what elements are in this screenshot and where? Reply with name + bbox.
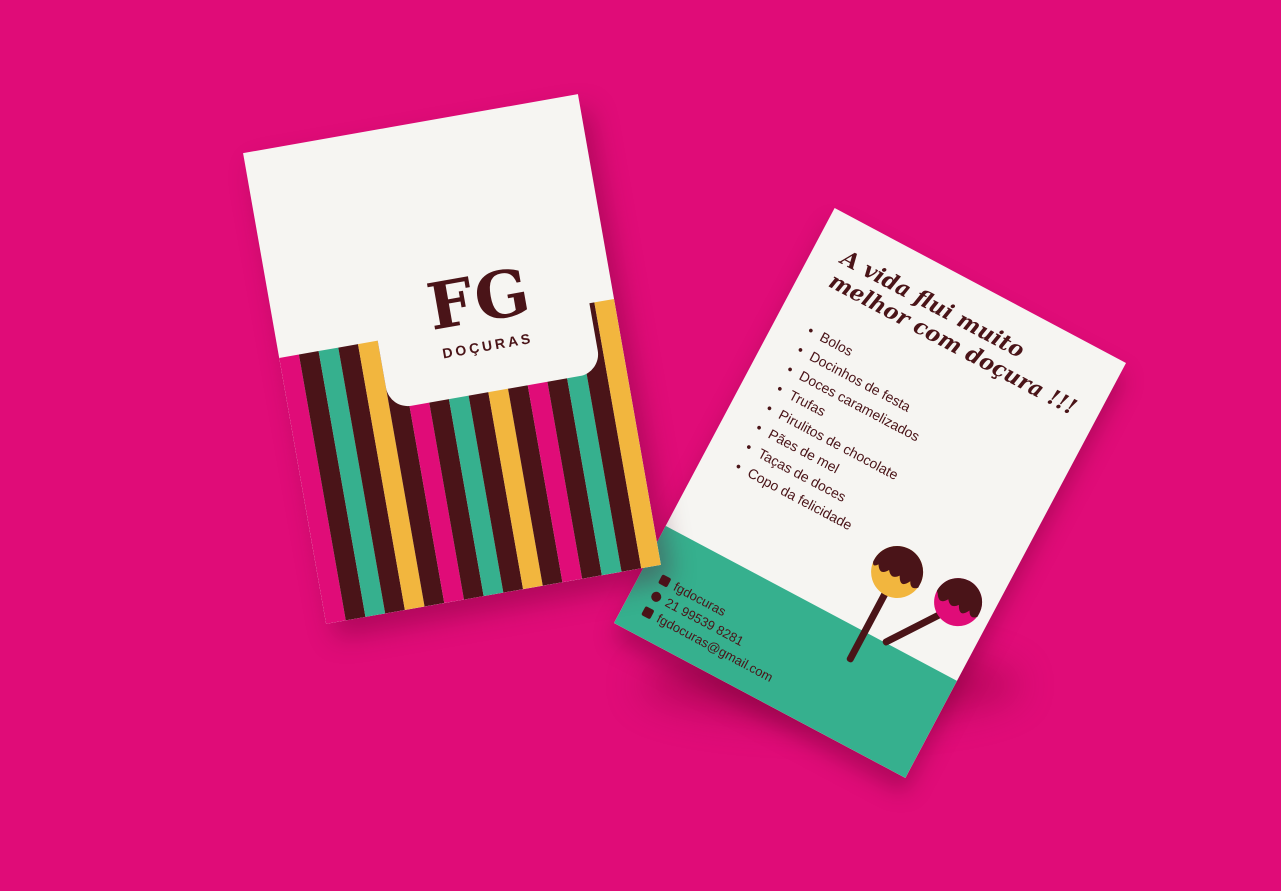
product-list: Bolos Docinhos de festa Doces carameliza… bbox=[728, 317, 945, 544]
lollipop-stick bbox=[882, 609, 947, 646]
business-card-front: FG DOÇURAS bbox=[243, 94, 661, 624]
